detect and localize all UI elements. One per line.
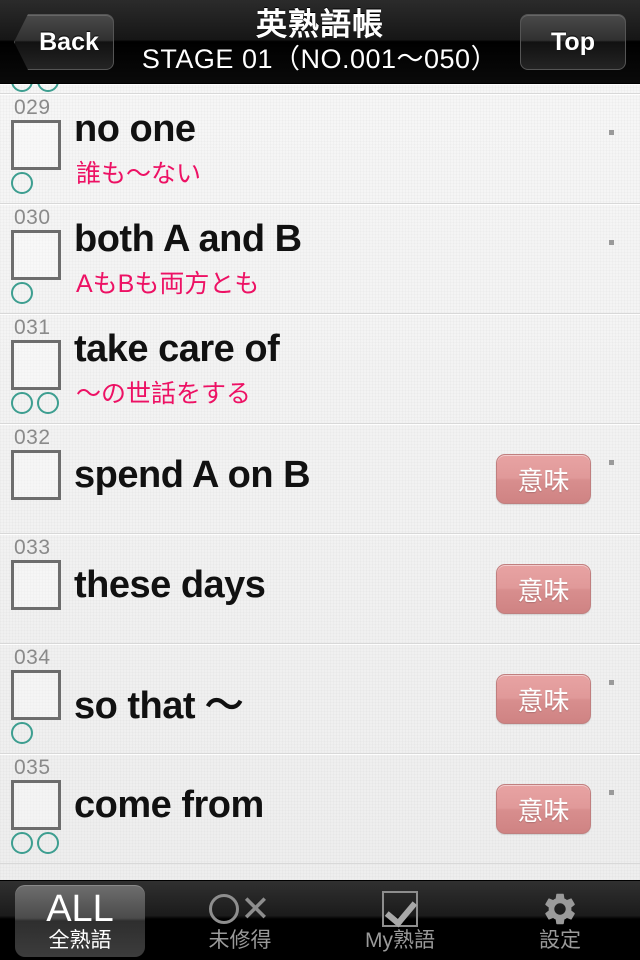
circle-icon (209, 893, 240, 924)
row-number: 029 (14, 96, 51, 119)
app-screen: 英熟語帳 STAGE 01（NO.001〜050） Back Top 029 no… (0, 0, 640, 960)
mark-circle-icon (11, 392, 33, 414)
stage-subtitle: STAGE 01（NO.001〜050） (141, 44, 499, 74)
phrase-japanese: 〜の世話をする (76, 380, 252, 408)
mark-circle-icon (11, 722, 33, 744)
row-checkbox[interactable] (11, 670, 61, 720)
gear-icon (541, 889, 579, 929)
phrase-english: take care of (74, 328, 280, 370)
mark-group (11, 392, 59, 414)
row-indicator-dot (609, 790, 614, 795)
mark-group (11, 172, 33, 194)
mark-group (11, 84, 59, 92)
table-row[interactable]: 032 spend A on B 意味 (0, 424, 640, 534)
phrase-english: both A and B (74, 218, 302, 260)
mark-group (11, 832, 59, 854)
phrase-english: these days (74, 564, 266, 606)
row-number: 035 (14, 756, 51, 779)
table-row[interactable]: 031 take care of 〜の世話をする (0, 314, 640, 424)
meaning-button[interactable]: 意味 (496, 784, 591, 834)
mark-circle-icon (11, 282, 33, 304)
mark-circle-icon (37, 832, 59, 854)
all-text-icon: ALL (46, 887, 114, 930)
row-number: 031 (14, 316, 51, 339)
mark-circle-icon (37, 392, 59, 414)
mark-circle-icon (11, 832, 33, 854)
row-number: 032 (14, 426, 51, 449)
row-checkbox[interactable] (11, 780, 61, 830)
table-row[interactable]: 034 so that 〜 意味 (0, 644, 640, 754)
x-icon: ✕ (240, 887, 271, 929)
phrase-list[interactable]: 029 no one 誰も〜ない 030 both A and B AもBも両方とも 031… (0, 84, 640, 880)
phrase-japanese: AもBも両方とも (76, 270, 260, 298)
mark-circle-icon (37, 84, 59, 92)
top-button[interactable]: Top (520, 14, 626, 70)
meaning-button[interactable]: 意味 (496, 674, 591, 724)
row-indicator-dot (609, 680, 614, 685)
table-row[interactable]: 029 no one 誰も〜ない (0, 94, 640, 204)
mark-group (11, 722, 33, 744)
tab-all[interactable]: ALL 全熟語 (0, 881, 160, 960)
phrase-english: spend A on B (74, 454, 311, 496)
tab-bar[interactable]: ALL 全熟語 ✕ 未修得 My熟語 設定 (0, 880, 640, 960)
mark-circle-icon (11, 84, 33, 92)
phrase-english: no one (74, 108, 196, 150)
mark-group (11, 282, 33, 304)
phrase-japanese: 誰も〜ない (76, 160, 202, 188)
tab-label: 未修得 (208, 928, 272, 952)
row-indicator-dot (609, 130, 614, 135)
meaning-button[interactable]: 意味 (496, 564, 591, 614)
row-indicator-dot (609, 240, 614, 245)
tab-settings[interactable]: 設定 (480, 881, 640, 960)
checkbox-check-icon (382, 889, 418, 929)
back-button[interactable]: Back (14, 14, 114, 70)
row-number: 034 (14, 646, 51, 669)
table-row[interactable]: 030 both A and B AもBも両方とも (0, 204, 640, 314)
tab-label: 設定 (539, 928, 581, 952)
row-checkbox[interactable] (11, 230, 61, 280)
phrase-english: come from (74, 784, 264, 826)
page-title: 英熟語帳 (256, 7, 384, 42)
row-checkbox[interactable] (11, 450, 61, 500)
phrase-english: so that 〜 (74, 685, 243, 727)
row-indicator-dot (609, 460, 614, 465)
tab-unlearned[interactable]: ✕ 未修得 (160, 881, 320, 960)
meaning-button[interactable]: 意味 (496, 454, 591, 504)
circle-x-icon: ✕ (209, 887, 271, 929)
navigation-bar: 英熟語帳 STAGE 01（NO.001〜050） Back Top (0, 0, 640, 84)
list-row-partial[interactable] (0, 84, 640, 94)
tab-my-phrases[interactable]: My熟語 (320, 881, 480, 960)
row-checkbox[interactable] (11, 560, 61, 610)
row-checkbox[interactable] (11, 120, 61, 170)
table-row[interactable]: 033 these days 意味 (0, 534, 640, 644)
row-number: 033 (14, 536, 51, 559)
row-checkbox[interactable] (11, 340, 61, 390)
table-row[interactable]: 035 come from 意味 (0, 754, 640, 864)
mark-circle-icon (11, 172, 33, 194)
tab-label: 全熟語 (48, 928, 112, 952)
tab-label: My熟語 (365, 928, 435, 952)
row-number: 030 (14, 206, 51, 229)
